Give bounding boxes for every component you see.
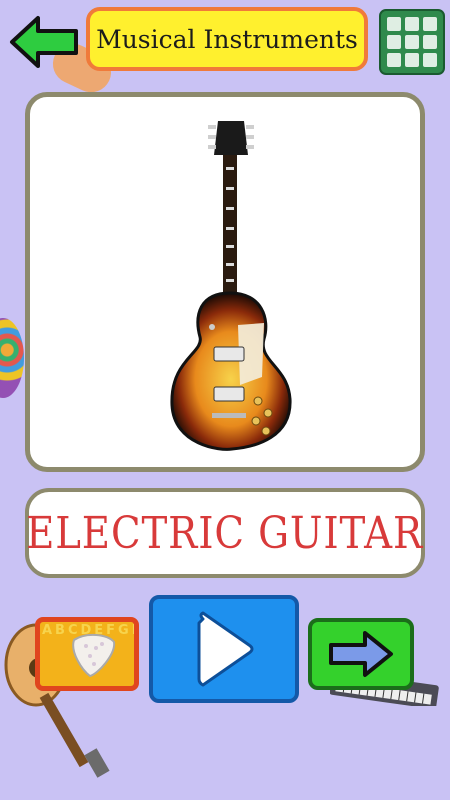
back-button[interactable] [8, 14, 80, 70]
electric-guitar-image [170, 121, 292, 451]
picture-card[interactable] [25, 92, 425, 472]
grid-menu-icon [379, 9, 445, 75]
decorative-pattern [0, 318, 24, 398]
arrow-left-icon [10, 16, 78, 68]
word-card: ELECTRIC GUITAR [25, 488, 425, 578]
play-icon [197, 611, 254, 687]
alphabet-button[interactable]: ABCDEFGHIJKLMNOPQRSTUV [35, 617, 139, 691]
guitar-pick-icon [72, 634, 116, 678]
next-button[interactable] [308, 618, 414, 690]
grid-menu-button[interactable] [379, 9, 445, 75]
title-banner: Musical Instruments [86, 7, 368, 71]
page-title: Musical Instruments [96, 24, 358, 54]
play-button[interactable] [149, 595, 299, 703]
arrow-right-icon [329, 631, 393, 677]
instrument-name: ELECTRIC GUITAR [26, 507, 424, 559]
